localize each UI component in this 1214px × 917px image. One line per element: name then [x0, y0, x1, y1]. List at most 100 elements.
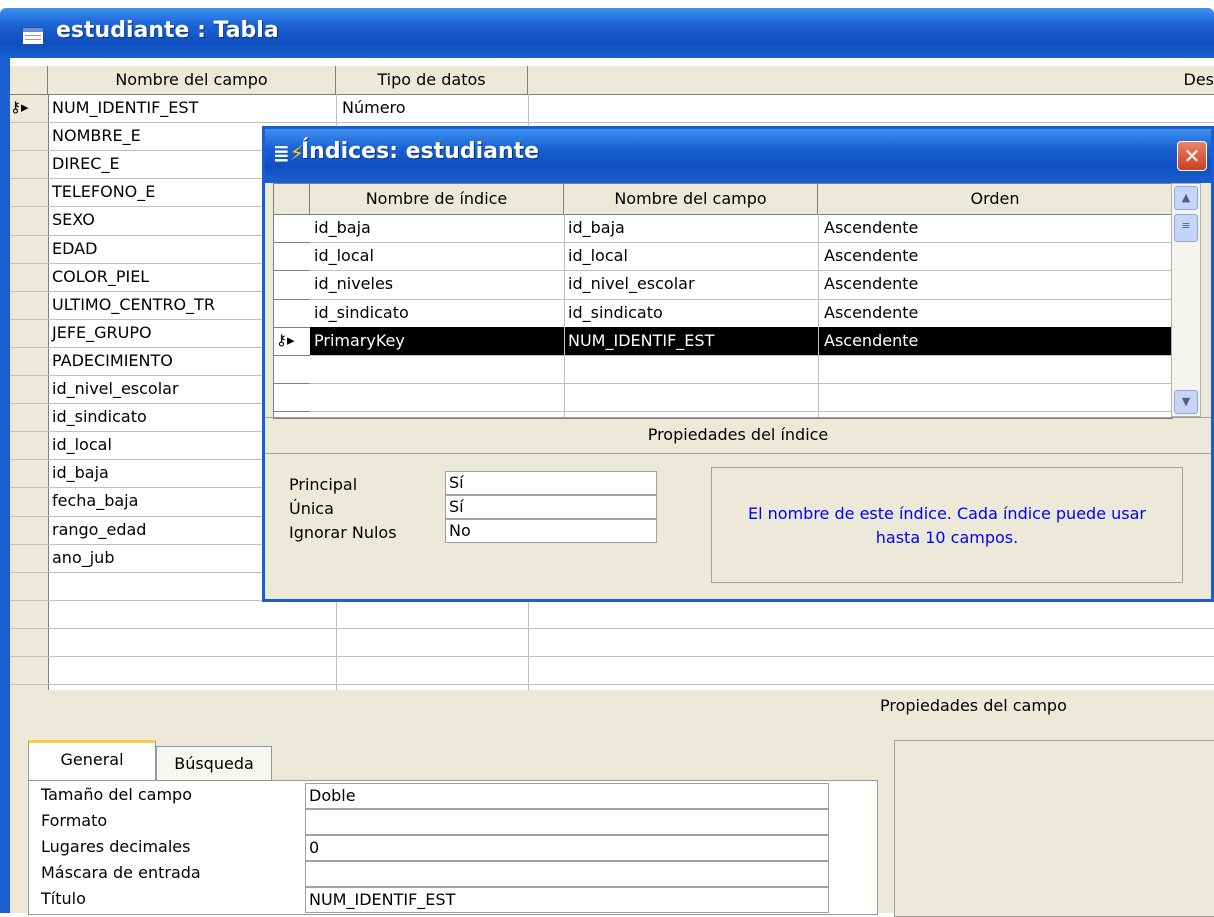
- table-icon: [22, 27, 44, 45]
- index-field-cell[interactable]: id_local: [568, 246, 628, 265]
- row-divider: [10, 684, 1214, 685]
- grid-header: Nombre del campo Tipo de datos Des: [10, 66, 1214, 95]
- divider: [265, 417, 1211, 418]
- table-row[interactable]: id_local: [52, 435, 112, 454]
- field-prop-value[interactable]: 0: [305, 835, 829, 861]
- index-name-cell[interactable]: id_baja: [314, 218, 371, 237]
- index-help-text: El nombre de este índice. Cada índice pu…: [748, 504, 1146, 547]
- key-icon: ⚷▸: [10, 98, 29, 116]
- top-strip: [0, 0, 1214, 8]
- idx-corner-cell[interactable]: [274, 184, 310, 214]
- field-prop-label: Tamaño del campo: [41, 785, 192, 804]
- close-icon[interactable]: ✕: [1177, 141, 1207, 171]
- indexes-scrollbar[interactable]: ▲ ≡ ▼: [1171, 183, 1201, 417]
- index-name-cell[interactable]: id_local: [314, 246, 374, 265]
- col-divider: [818, 214, 819, 418]
- index-prop-label: Única: [289, 499, 334, 518]
- table-row[interactable]: id_nivel_escolar: [52, 379, 179, 398]
- index-field-cell[interactable]: id_baja: [568, 218, 625, 237]
- table-row[interactable]: ano_jub: [52, 548, 114, 567]
- row-divider: [274, 242, 1172, 243]
- indexes-grid-header: Nombre de índice Nombre del campo Orden: [274, 184, 1172, 215]
- row-divider: [274, 355, 1172, 356]
- corner-cell[interactable]: [10, 66, 48, 94]
- scroll-up-icon[interactable]: ▲: [1174, 186, 1198, 210]
- table-row[interactable]: id_baja: [52, 463, 109, 482]
- selector-divider: [274, 411, 310, 412]
- index-order-cell[interactable]: Ascendente: [824, 274, 918, 293]
- header-index-name[interactable]: Nombre de índice: [310, 184, 564, 214]
- table-row[interactable]: DIREC_E: [52, 154, 120, 173]
- index-order-cell[interactable]: Ascendente: [824, 331, 918, 350]
- field-help-box: [894, 740, 1214, 917]
- table-row[interactable]: EDAD: [52, 239, 97, 258]
- header-index-order[interactable]: Orden: [818, 184, 1172, 214]
- table-row[interactable]: TELEFONO_E: [52, 182, 155, 201]
- field-prop-value[interactable]: [305, 861, 829, 887]
- table-row[interactable]: SEXO: [52, 210, 95, 229]
- selector-divider: [274, 355, 310, 356]
- header-field-name[interactable]: Nombre del campo: [48, 66, 336, 94]
- table-row[interactable]: id_sindicato: [52, 407, 147, 426]
- idx-selector-col: [274, 214, 311, 418]
- window-titlebar[interactable]: estudiante : Tabla: [0, 8, 1214, 58]
- window-title: estudiante : Tabla: [56, 18, 279, 43]
- selector-divider: [274, 299, 310, 300]
- selector-divider: [274, 270, 310, 271]
- selected-row: [310, 327, 1172, 355]
- table-row[interactable]: fecha_baja: [52, 491, 138, 510]
- table-row[interactable]: rango_edad: [52, 520, 146, 539]
- index-name-cell[interactable]: id_niveles: [314, 274, 393, 293]
- col-divider: [564, 214, 565, 418]
- indexes-icon: ≣⚡: [273, 141, 304, 165]
- row-divider: [10, 122, 1214, 123]
- field-properties-sheet: Tamaño del campo Doble Formato Lugares deci…: [28, 780, 878, 915]
- index-field-cell[interactable]: id_sindicato: [568, 303, 663, 322]
- row-divider: [274, 299, 1172, 300]
- tab-busqueda[interactable]: Búsqueda: [156, 746, 272, 782]
- header-data-type[interactable]: Tipo de datos: [336, 66, 528, 94]
- selector-divider: [274, 383, 310, 384]
- field-prop-value[interactable]: Doble: [305, 783, 829, 809]
- selector-divider: [274, 327, 310, 328]
- index-name-cell[interactable]: id_sindicato: [314, 303, 409, 322]
- index-field-cell[interactable]: NUM_IDENTIF_EST: [568, 331, 714, 350]
- field-properties-panel: Propiedades del campo General Búsqueda T…: [10, 690, 1214, 917]
- index-properties-header: Propiedades del índice: [647, 425, 829, 444]
- row-divider: [274, 270, 1172, 271]
- index-order-cell[interactable]: Ascendente: [824, 218, 918, 237]
- table-row[interactable]: PADECIMIENTO: [52, 351, 173, 370]
- scroll-down-icon[interactable]: ▼: [1174, 390, 1198, 414]
- table-row[interactable]: ULTIMO_CENTRO_TR: [52, 295, 215, 314]
- index-order-cell[interactable]: Ascendente: [824, 303, 918, 322]
- field-prop-label: Máscara de entrada: [41, 863, 201, 882]
- index-prop-value[interactable]: No: [445, 519, 657, 543]
- index-field-cell[interactable]: id_nivel_escolar: [568, 274, 695, 293]
- row-divider: [10, 656, 1214, 657]
- selector-divider: [274, 242, 310, 243]
- table-row[interactable]: JEFE_GRUPO: [52, 323, 152, 342]
- index-prop-value[interactable]: Sí: [445, 495, 657, 519]
- row-selector-column: [10, 66, 49, 690]
- row-divider: [10, 628, 1214, 629]
- field-prop-value[interactable]: [305, 809, 829, 835]
- tab-general[interactable]: General: [28, 740, 156, 780]
- scroll-thumb[interactable]: ≡: [1174, 214, 1198, 242]
- indexes-grid: Nombre de índice Nombre del campo Orden …: [273, 183, 1173, 419]
- header-index-field[interactable]: Nombre del campo: [564, 184, 818, 214]
- table-row[interactable]: NUM_IDENTIF_EST: [52, 98, 198, 117]
- dialog-titlebar[interactable]: ≣⚡ Índices: estudiante ✕: [265, 129, 1211, 183]
- index-name-cell[interactable]: PrimaryKey: [314, 331, 405, 350]
- index-order-cell[interactable]: Ascendente: [824, 246, 918, 265]
- index-prop-value[interactable]: Sí: [445, 471, 657, 495]
- divider: [265, 453, 1211, 454]
- table-row[interactable]: COLOR_PIEL: [52, 267, 149, 286]
- table-row[interactable]: NOMBRE_E: [52, 126, 141, 145]
- index-prop-label: Ignorar Nulos: [289, 523, 397, 542]
- dialog-title: Índices: estudiante: [301, 139, 540, 164]
- field-properties-header: Propiedades del campo: [880, 696, 1067, 715]
- field-prop-value[interactable]: NUM_IDENTIF_EST: [305, 887, 829, 913]
- key-icon: ⚷▸: [276, 331, 295, 349]
- header-description[interactable]: Des: [528, 66, 1214, 94]
- field-type[interactable]: Número: [342, 98, 406, 117]
